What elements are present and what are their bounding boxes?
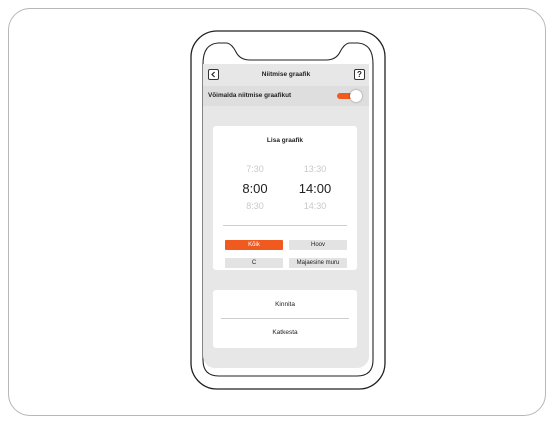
enable-schedule-toggle[interactable] (337, 90, 362, 102)
add-schedule-panel: Lisa graafik 7:30 8:00 8:30 13:30 14:00 … (213, 126, 357, 270)
cancel-button[interactable]: Katkesta (213, 329, 357, 336)
page-title: Niitmise graafik (261, 71, 311, 78)
help-button[interactable]: ? (354, 69, 365, 80)
end-time-next[interactable]: 14:30 (285, 201, 345, 211)
confirm-button[interactable]: Kinnita (213, 301, 357, 308)
zone-chip-front-lawn[interactable]: Majaesine muru (289, 258, 347, 268)
end-time-selected[interactable]: 14:00 (285, 181, 345, 196)
enable-schedule-label: Võimalda niitmise graafikut (208, 92, 292, 99)
action-panel: Kinnita Katkesta (213, 290, 357, 348)
end-time-prev[interactable]: 13:30 (285, 164, 345, 174)
phone-screen: Niitmise graafik ? Võimalda niitmise gra… (203, 64, 369, 368)
panel-title: Lisa graafik (266, 137, 304, 144)
zone-chip-hoov[interactable]: Hoov (289, 240, 347, 250)
toggle-knob (350, 90, 362, 102)
zone-chip-all[interactable]: Kõik (225, 240, 283, 250)
zone-chip-c[interactable]: C (225, 258, 283, 268)
top-bar: Niitmise graafik ? (203, 64, 369, 84)
enable-schedule-row: Võimalda niitmise graafikut (203, 86, 369, 106)
panel-divider (223, 225, 347, 226)
action-divider (221, 318, 349, 319)
start-time-prev[interactable]: 7:30 (225, 164, 285, 174)
start-time-selected[interactable]: 8:00 (225, 181, 285, 196)
start-time-next[interactable]: 8:30 (225, 201, 285, 211)
